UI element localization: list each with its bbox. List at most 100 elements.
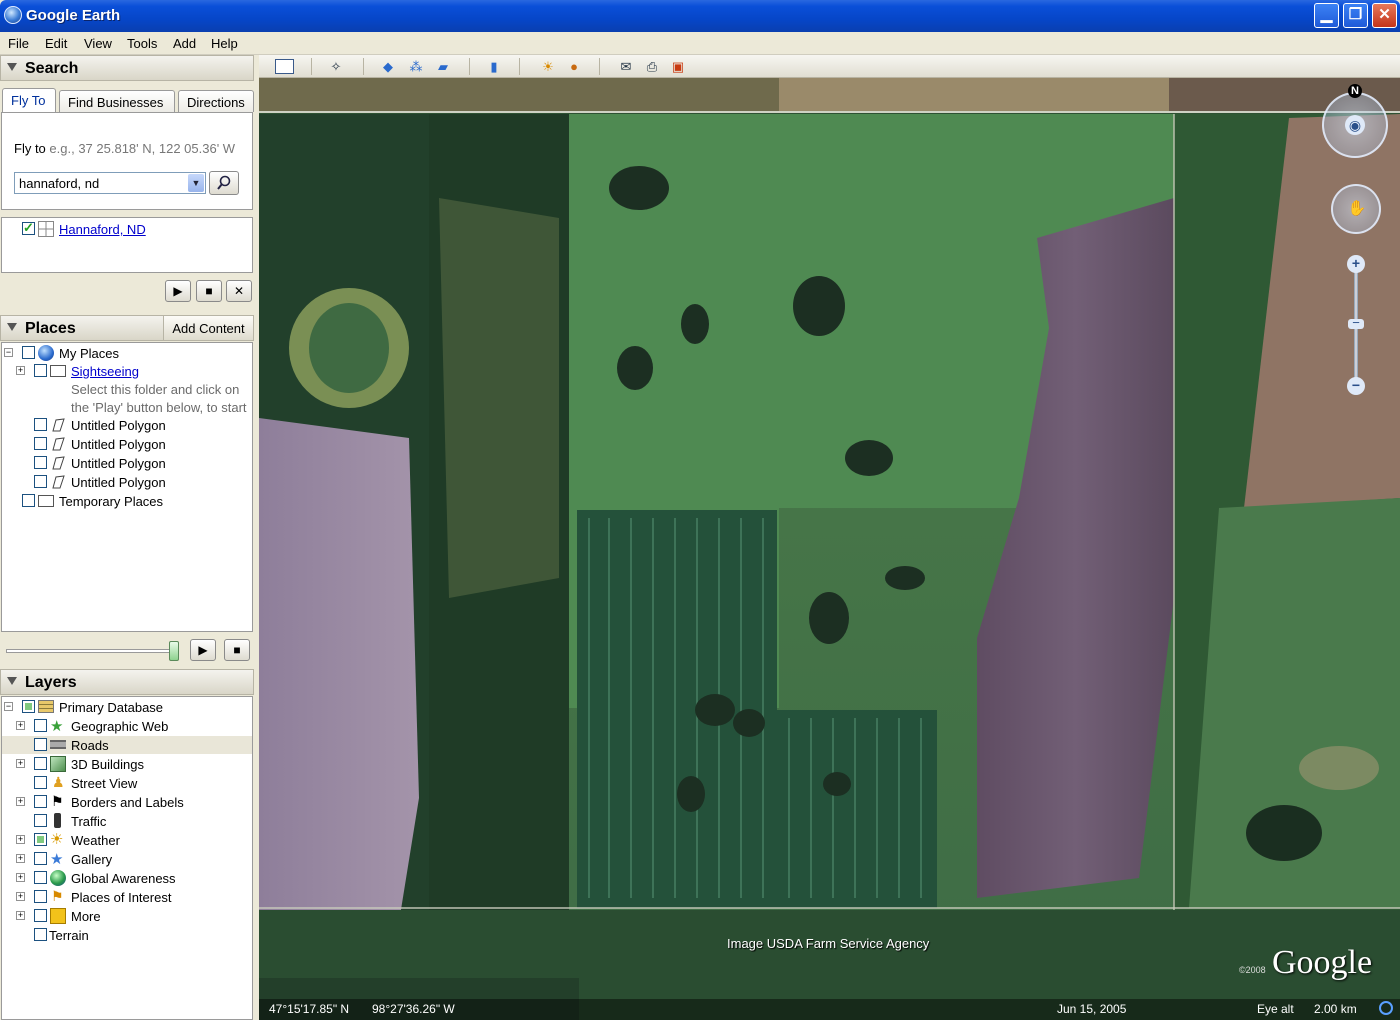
search-result-row[interactable]: Hannaford, ND <box>2 220 252 238</box>
layer-primary-database[interactable]: − Primary Database <box>2 698 252 716</box>
zoom-in-icon[interactable]: + <box>1347 255 1365 273</box>
tab-directions[interactable]: Directions <box>178 90 254 112</box>
search-panel-header[interactable]: Search <box>0 55 254 81</box>
zoom-thumb[interactable]: − <box>1348 316 1364 329</box>
borders-checkbox[interactable] <box>34 795 47 808</box>
path-tool-icon[interactable]: ⁂ <box>407 58 425 75</box>
maps-icon[interactable]: ▣ <box>669 58 687 75</box>
more-checkbox[interactable] <box>34 909 47 922</box>
layer-places-of-interest[interactable]: + ⚑ Places of Interest <box>2 888 252 906</box>
places-of-interest-checkbox[interactable] <box>34 890 47 903</box>
expand-toggle-icon[interactable]: + <box>16 854 25 863</box>
layer-roads[interactable]: Roads <box>2 736 252 754</box>
layer-geographic-web[interactable]: + ★ Geographic Web <box>2 717 252 735</box>
layer-traffic[interactable]: Traffic <box>2 812 252 830</box>
move-control[interactable]: ✋ <box>1331 184 1381 234</box>
sunlight-icon[interactable]: ☀ <box>539 58 557 75</box>
minimize-button[interactable]: ▁ <box>1314 3 1339 28</box>
menu-add[interactable]: Add <box>173 36 196 51</box>
sidebar-toggle-icon[interactable] <box>275 59 294 74</box>
satellite-imagery[interactable] <box>259 78 1400 1020</box>
dropdown-chevron-icon[interactable]: ▼ <box>188 174 204 192</box>
tree-item-polygon[interactable]: Untitled Polygon <box>2 416 252 434</box>
result-hannaford-link[interactable]: Hannaford, ND <box>59 222 146 237</box>
polygon-checkbox[interactable] <box>34 418 47 431</box>
result-checkbox[interactable] <box>22 220 35 236</box>
slider-thumb[interactable] <box>169 641 179 661</box>
street-view-checkbox[interactable] <box>34 776 47 789</box>
tree-item-temporary-places[interactable]: Temporary Places <box>2 492 252 510</box>
collapse-toggle-icon[interactable]: − <box>4 348 13 357</box>
tree-item-polygon[interactable]: Untitled Polygon <box>2 454 252 472</box>
search-button[interactable] <box>209 171 239 195</box>
layer-street-view[interactable]: ♟ Street View <box>2 774 252 792</box>
layer-borders-and-labels[interactable]: + ⚑ Borders and Labels <box>2 793 252 811</box>
primary-database-checkbox[interactable] <box>22 700 35 713</box>
expand-toggle-icon[interactable]: + <box>16 759 25 768</box>
menu-tools[interactable]: Tools <box>127 36 157 51</box>
expand-toggle-icon[interactable]: + <box>16 797 25 806</box>
layer-more[interactable]: + More <box>2 907 252 925</box>
expand-toggle-icon[interactable]: + <box>16 892 25 901</box>
tree-item-my-places[interactable]: − My Places <box>2 344 252 362</box>
stop-tour-button[interactable]: ■ <box>196 280 222 302</box>
layers-panel-header[interactable]: Layers <box>0 669 254 695</box>
fly-to-input[interactable]: hannaford, nd ▼ <box>14 172 206 194</box>
planets-icon[interactable]: ● <box>565 58 583 75</box>
maximize-button[interactable]: ❐ <box>1343 3 1368 28</box>
clear-results-button[interactable]: ✕ <box>226 280 252 302</box>
expand-toggle-icon[interactable]: + <box>16 911 25 920</box>
sightseeing-checkbox[interactable] <box>34 364 47 377</box>
3d-buildings-checkbox[interactable] <box>34 757 47 770</box>
expand-toggle-icon[interactable]: + <box>16 873 25 882</box>
expand-toggle-icon[interactable]: + <box>16 366 25 375</box>
collapse-toggle-icon[interactable]: − <box>4 702 13 711</box>
ruler-icon[interactable]: ▮ <box>485 58 503 75</box>
tree-item-sightseeing[interactable]: + Sightseeing <box>2 362 252 380</box>
polygon-checkbox[interactable] <box>34 475 47 488</box>
layer-weather[interactable]: + ☀ Weather <box>2 831 252 849</box>
roads-checkbox[interactable] <box>34 738 47 751</box>
global-awareness-checkbox[interactable] <box>34 871 47 884</box>
traffic-checkbox[interactable] <box>34 814 47 827</box>
gallery-checkbox[interactable] <box>34 852 47 865</box>
menu-file[interactable]: File <box>8 36 29 51</box>
image-overlay-icon[interactable]: ▰ <box>434 58 452 75</box>
north-indicator[interactable]: N <box>1348 84 1362 98</box>
add-content-button[interactable]: Add Content <box>163 316 253 340</box>
layer-gallery[interactable]: + ★ Gallery <box>2 850 252 868</box>
play-tour-button[interactable]: ▶ <box>165 280 191 302</box>
tree-item-polygon[interactable]: Untitled Polygon <box>2 435 252 453</box>
tab-find-businesses[interactable]: Find Businesses <box>59 90 175 112</box>
look-control[interactable]: ◉ <box>1322 92 1388 158</box>
my-places-checkbox[interactable] <box>22 346 35 359</box>
layer-terrain[interactable]: Terrain <box>2 926 252 944</box>
email-icon[interactable]: ✉ <box>617 58 635 75</box>
polygon-checkbox[interactable] <box>34 456 47 469</box>
tab-fly-to[interactable]: Fly To <box>2 88 56 113</box>
zoom-out-icon[interactable]: − <box>1347 377 1365 395</box>
menu-help[interactable]: Help <box>211 36 238 51</box>
expand-toggle-icon[interactable]: + <box>16 835 25 844</box>
layer-3d-buildings[interactable]: + 3D Buildings <box>2 755 252 773</box>
polygon-tool-icon[interactable]: ◆ <box>379 58 397 75</box>
stop-places-button[interactable]: ■ <box>224 639 250 661</box>
tour-speed-slider[interactable] <box>6 641 179 661</box>
placemark-tool-icon[interactable]: ✧ <box>327 58 345 75</box>
map-view[interactable]: ◉ N ✋ + − − Image USDA Farm Service Agen… <box>259 78 1400 1020</box>
weather-checkbox[interactable] <box>34 833 47 846</box>
tree-item-polygon[interactable]: Untitled Polygon <box>2 473 252 491</box>
geographic-web-checkbox[interactable] <box>34 719 47 732</box>
terrain-checkbox[interactable] <box>34 928 47 941</box>
polygon-checkbox[interactable] <box>34 437 47 450</box>
close-button[interactable]: ✕ <box>1372 3 1397 28</box>
places-panel-header[interactable]: Places Add Content <box>0 315 254 341</box>
menu-edit[interactable]: Edit <box>45 36 67 51</box>
temporary-places-checkbox[interactable] <box>22 494 35 507</box>
print-icon[interactable]: ⎙ <box>643 58 661 75</box>
menu-view[interactable]: View <box>84 36 112 51</box>
play-places-button[interactable]: ▶ <box>190 639 216 661</box>
layer-global-awareness[interactable]: + Global Awareness <box>2 869 252 887</box>
expand-toggle-icon[interactable]: + <box>16 721 25 730</box>
zoom-slider[interactable]: + − − <box>1347 255 1365 397</box>
